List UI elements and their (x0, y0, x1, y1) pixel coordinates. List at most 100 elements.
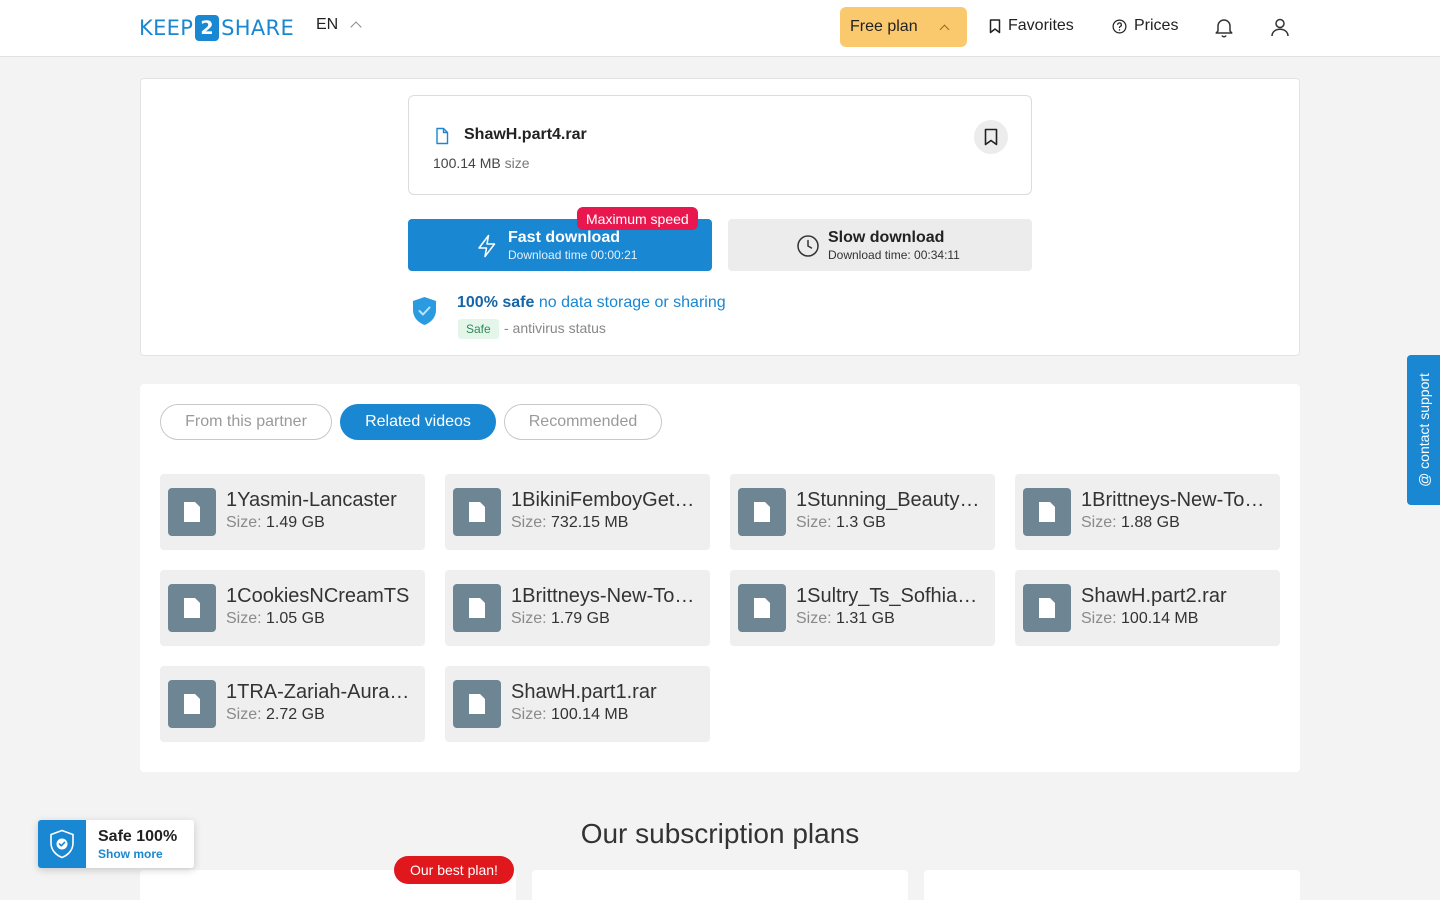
contact-support-label: @ contact support (1415, 373, 1432, 487)
size-value: 2.72 GB (266, 706, 325, 723)
file-thumbnail-icon (168, 680, 216, 728)
size-label: Size: (796, 610, 832, 627)
maximum-speed-badge: Maximum speed (577, 207, 698, 230)
file-thumbnail-icon (168, 584, 216, 632)
help-circle-icon (1112, 19, 1127, 33)
safe-100-widget[interactable]: Safe 100% Show more (38, 820, 194, 868)
shield-check-icon (413, 297, 436, 325)
file-thumbnail-icon (453, 488, 501, 536)
logo-text-2: 2 (195, 15, 220, 41)
related-file-name: 1Yasmin-Lancaster (226, 489, 397, 511)
top-navbar: KEEP 2 SHARE EN Free plan Favorites Pric… (0, 0, 1440, 57)
size-value: 100.14 MB (551, 706, 629, 723)
size-value: 100.14 MB (1121, 610, 1199, 627)
size-label: Size: (226, 514, 262, 531)
tab-related-videos[interactable]: Related videos (340, 404, 496, 440)
logo-text-keep: KEEP (139, 16, 194, 40)
size-value: 1.49 GB (266, 514, 325, 531)
related-file-size: Size: 1.31 GB (796, 610, 895, 628)
related-file-card[interactable]: 1CookiesNCreamTS Size: 1.05 GB (160, 570, 425, 646)
size-label: Size: (226, 706, 262, 723)
bookmark-icon (984, 128, 998, 146)
tab-recommended[interactable]: Recommended (504, 404, 662, 440)
related-file-name: ShawH.part2.rar (1081, 585, 1227, 607)
chevron-up-icon (350, 21, 362, 33)
file-info-box (408, 95, 1032, 195)
related-file-card[interactable]: ShawH.part1.rar Size: 100.14 MB (445, 666, 710, 742)
chevron-up-icon (939, 24, 950, 35)
add-to-favorites-button[interactable] (974, 120, 1008, 154)
safety-headline: 100% safe (457, 294, 535, 311)
file-thumbnail-icon (1023, 584, 1071, 632)
file-size-value: 100.14 MB (433, 155, 501, 171)
file-thumbnail-icon (453, 584, 501, 632)
plan-card[interactable] (924, 870, 1300, 900)
fast-download-time: Download time 00:00:21 (508, 248, 638, 262)
size-value: 1.05 GB (266, 610, 325, 627)
file-thumbnail-icon (453, 680, 501, 728)
clock-icon (797, 235, 819, 257)
related-file-name: 1Stunning_Beauty_Shemale (796, 489, 986, 511)
related-file-card[interactable]: 1Brittneys-New-Toy-Part-1 Size: 1.79 GB (445, 570, 710, 646)
favorites-link[interactable]: Favorites (989, 17, 1074, 35)
related-file-size: Size: 1.49 GB (226, 514, 325, 532)
related-file-card[interactable]: 1Sultry_Ts_Sofhia_Bang Size: 1.31 GB (730, 570, 995, 646)
size-value: 1.31 GB (836, 610, 895, 627)
size-label: Size: (1081, 514, 1117, 531)
language-selector[interactable]: EN (316, 16, 362, 34)
prices-link[interactable]: Prices (1112, 17, 1178, 35)
size-label: Size: (511, 610, 547, 627)
related-file-size: Size: 1.79 GB (511, 610, 610, 628)
related-file-card[interactable]: 1BikiniFemboyGetsFucked Size: 732.15 MB (445, 474, 710, 550)
safety-statement: 100% safe no data storage or sharing (457, 294, 726, 312)
file-size-unit: size (504, 155, 530, 171)
safety-detail: no data storage or sharing (538, 294, 726, 311)
related-file-size: Size: 100.14 MB (1081, 610, 1198, 628)
user-profile-icon[interactable] (1268, 15, 1292, 39)
file-thumbnail-icon (738, 488, 786, 536)
subscription-plans-title: Our subscription plans (580, 818, 860, 849)
related-file-card[interactable]: 1TRA-Zariah-Aura-Scene Size: 2.72 GB (160, 666, 425, 742)
file-size: 100.14 MB size (433, 155, 530, 171)
size-label: Size: (511, 514, 547, 531)
slow-download-label: Slow download (828, 229, 945, 246)
related-file-size: Size: 1.3 GB (796, 514, 886, 532)
file-name: ShawH.part4.rar (464, 126, 587, 143)
safe-widget-title: Safe 100% (98, 828, 178, 845)
related-file-size: Size: 1.88 GB (1081, 514, 1180, 532)
keep2share-logo[interactable]: KEEP 2 SHARE (139, 15, 294, 41)
show-more-link[interactable]: Show more (98, 847, 163, 861)
size-value: 732.15 MB (551, 514, 629, 531)
plan-label: Free plan (850, 18, 918, 35)
related-file-card[interactable]: 1Brittneys-New-Toy-Part-2 Size: 1.88 GB (1015, 474, 1280, 550)
shield-check-icon (38, 820, 86, 868)
size-value: 1.88 GB (1121, 514, 1180, 531)
related-file-card[interactable]: 1Stunning_Beauty_Shemale Size: 1.3 GB (730, 474, 995, 550)
prices-label: Prices (1134, 17, 1179, 34)
favorites-label: Favorites (1008, 17, 1074, 34)
related-file-name: 1Brittneys-New-Toy-Part-2 (1081, 489, 1271, 511)
slow-download-time: Download time: 00:34:11 (828, 248, 960, 262)
language-label: EN (316, 16, 339, 33)
file-thumbnail-icon (738, 584, 786, 632)
plan-card[interactable] (532, 870, 908, 900)
related-file-size: Size: 1.05 GB (226, 610, 325, 628)
size-value: 1.3 GB (836, 514, 886, 531)
slow-download-button[interactable]: Slow download Download time: 00:34:11 (728, 219, 1032, 271)
best-plan-badge: Our best plan! (394, 856, 514, 884)
related-file-size: Size: 732.15 MB (511, 514, 628, 532)
related-file-size: Size: 100.14 MB (511, 706, 628, 724)
related-file-card[interactable]: ShawH.part2.rar Size: 100.14 MB (1015, 570, 1280, 646)
size-label: Size: (226, 610, 262, 627)
size-label: Size: (511, 706, 547, 723)
contact-support-tab[interactable]: @ contact support (1407, 355, 1440, 505)
tab-from-this-partner[interactable]: From this partner (160, 404, 332, 440)
notifications-bell-icon[interactable] (1212, 15, 1236, 39)
file-thumbnail-icon (168, 488, 216, 536)
related-file-name: 1TRA-Zariah-Aura-Scene (226, 681, 416, 703)
free-plan-button[interactable]: Free plan (840, 7, 967, 47)
logo-text-share: SHARE (221, 16, 295, 40)
size-value: 1.79 GB (551, 610, 610, 627)
size-label: Size: (796, 514, 832, 531)
related-file-card[interactable]: 1Yasmin-Lancaster Size: 1.49 GB (160, 474, 425, 550)
